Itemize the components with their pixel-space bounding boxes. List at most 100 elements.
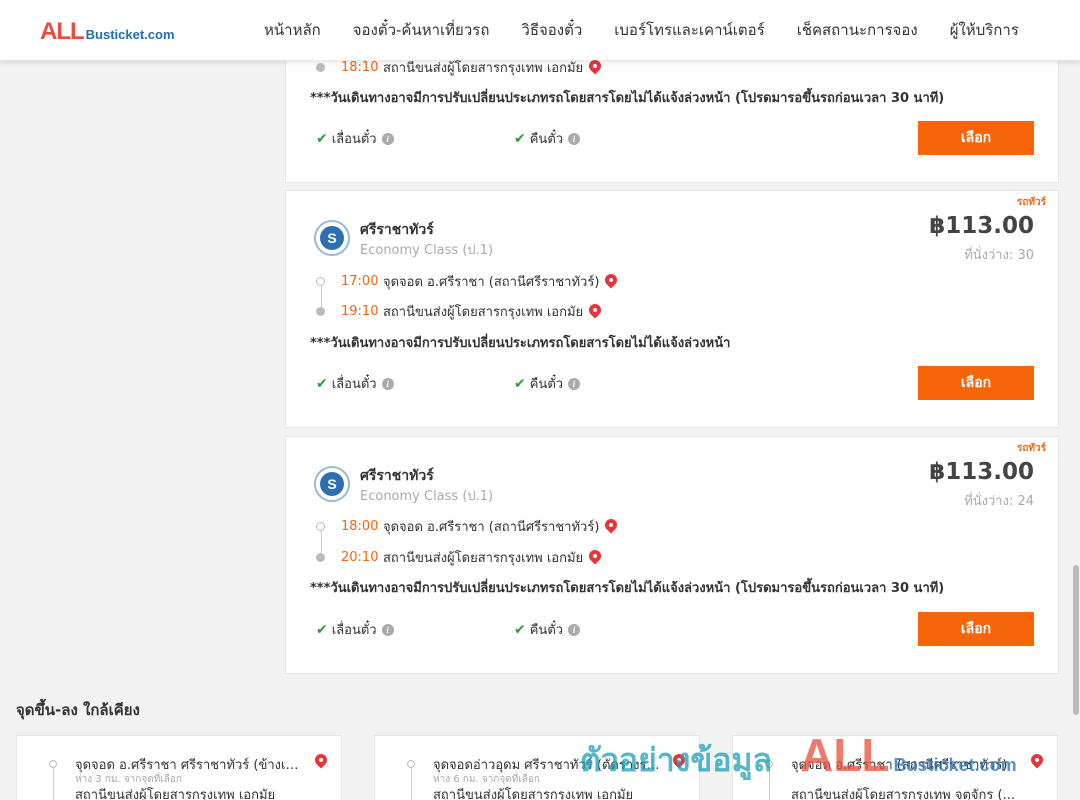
change-ticket-label: เลื่อนตั๋ว xyxy=(331,132,377,147)
info-icon[interactable]: i xyxy=(381,623,394,636)
departure-place: จุดจอด อ.ศรีราชา (สถานีศรีราชาทัวร์) xyxy=(383,520,600,535)
route-line xyxy=(769,768,770,800)
change-ticket-option: ✔ เลื่อนตั๋ว i xyxy=(316,619,394,640)
nearby-stops-title: จุดขึ้น-ลง ใกล้เคียง xyxy=(16,701,140,719)
trip-note: ***วันเดินทางอาจมีการปรับเปลี่ยนประเภทรถ… xyxy=(310,91,945,106)
info-icon[interactable]: i xyxy=(568,623,581,636)
bus-class: Economy Class (ป.1) xyxy=(360,243,494,258)
map-pin-icon[interactable] xyxy=(605,519,617,535)
ticket-price: ฿113.00 xyxy=(929,459,1034,485)
nav-operators[interactable]: ผู้ให้บริการ xyxy=(950,18,1019,42)
nearby-destination-name: สถานีขนส่งผู้โดยสารกรุงเทพ จตุจักร (... xyxy=(791,788,1015,800)
trip-note: ***วันเดินทางอาจมีการปรับเปลี่ยนประเภทรถ… xyxy=(310,336,731,351)
operator-name: ศรีราชาทัวร์ xyxy=(360,222,434,238)
operator-logo: S xyxy=(314,220,350,256)
arrival-time: 19:10 xyxy=(341,304,379,319)
nav-home[interactable]: หน้าหลัก xyxy=(264,18,321,42)
nearby-stop-name: จุดจอด อ.ศรีราชา (สถานีศรีราชาทัวร์) xyxy=(791,758,1008,773)
info-icon[interactable]: i xyxy=(381,377,394,390)
bus-type-tag: รถทัวร์ xyxy=(1016,443,1046,454)
check-icon: ✔ xyxy=(316,621,328,638)
nearby-stop-card[interactable]: จุดจอด อ.ศรีราชา (สถานีศรีราชาทัวร์) สถา… xyxy=(732,735,1058,800)
refund-ticket-label: คืนตั๋ว xyxy=(529,132,564,147)
info-icon[interactable]: i xyxy=(381,132,394,145)
scrollbar-thumb[interactable] xyxy=(1073,565,1079,715)
map-pin-icon[interactable] xyxy=(589,60,601,76)
trip-card: 18:10 สถานีขนส่งผู้โดยสารกรุงเทพ เอกมัย … xyxy=(285,40,1059,183)
refund-ticket-option: ✔ คืนตั๋ว i xyxy=(514,128,581,149)
refund-ticket-option: ✔ คืนตั๋ว i xyxy=(514,373,581,394)
logo-all: ALL xyxy=(40,18,85,45)
operator-name: ศรีราชาทัวร์ xyxy=(360,468,434,484)
refund-ticket-label: คืนตั๋ว xyxy=(529,377,564,392)
departure-stop: 18:00 จุดจอด อ.ศรีราชา (สถานีศรีราชาทัวร… xyxy=(316,516,617,537)
departure-place: จุดจอด อ.ศรีราชา (สถานีศรีราชาทัวร์) xyxy=(383,275,600,290)
stop-dot xyxy=(407,760,415,768)
logo-site: Busticket.com xyxy=(85,27,175,42)
arrival-stop: 20:10 สถานีขนส่งผู้โดยสารกรุงเทพ เอกมัย xyxy=(316,547,601,568)
info-icon[interactable]: i xyxy=(568,377,581,390)
refund-ticket-option: ✔ คืนตั๋ว i xyxy=(514,619,581,640)
nav-check-booking[interactable]: เช็คสถานะการจอง xyxy=(797,18,918,42)
departure-time: 17:00 xyxy=(341,274,379,289)
top-header: ALL Busticket.com หน้าหลัก จองตั๋ว-ค้นหา… xyxy=(0,0,1080,60)
change-ticket-label: เลื่อนตั๋ว xyxy=(331,377,377,392)
check-icon: ✔ xyxy=(514,130,526,147)
departure-time: 18:00 xyxy=(341,519,379,534)
stop-dot xyxy=(49,760,57,768)
seats-available: ที่นั่งว่าง: 30 xyxy=(964,248,1034,263)
page-scrollbar[interactable] xyxy=(1072,60,1080,800)
arrival-place: สถานีขนส่งผู้โดยสารกรุงเทพ เอกมัย xyxy=(383,61,584,76)
nearby-stop-card[interactable]: จุดจอดอ่าวอุดม ศรีราชาทัวร์ (ตัดรางรถไฟ.… xyxy=(374,735,700,800)
refund-ticket-label: คืนตั๋ว xyxy=(529,623,564,638)
trip-card: รถทัวร์ S ศรีราชาทัวร์ Economy Class (ป.… xyxy=(285,190,1059,428)
main-nav: หน้าหลัก จองตั๋ว-ค้นหาเที่ยวรถ วิธีจองตั… xyxy=(248,0,1035,60)
stop-dot xyxy=(316,63,325,72)
route-line xyxy=(53,768,54,800)
map-pin-icon[interactable] xyxy=(605,274,617,290)
check-icon: ✔ xyxy=(316,130,328,147)
check-icon: ✔ xyxy=(514,621,526,638)
arrival-place: สถานีขนส่งผู้โดยสารกรุงเทพ เอกมัย xyxy=(383,305,584,320)
check-icon: ✔ xyxy=(316,375,328,392)
arrival-time: 20:10 xyxy=(341,550,379,565)
nearby-stop-card[interactable]: จุดจอด อ.ศรีราชา ศรีราชาทัวร์ (ข้างเซ็..… xyxy=(16,735,342,800)
operator-logo: S xyxy=(314,466,350,502)
select-trip-button[interactable]: เลือก xyxy=(918,121,1034,155)
ticket-price: ฿113.00 xyxy=(929,213,1034,239)
departure-stop: 17:00 จุดจอด อ.ศรีราชา (สถานีศรีราชาทัวร… xyxy=(316,271,617,292)
bus-type-tag: รถทัวร์ xyxy=(1016,197,1046,208)
nearby-destination-name: สถานีขนส่งผู้โดยสารกรุงเทพ เอกมัย xyxy=(433,788,634,800)
trip-note: ***วันเดินทางอาจมีการปรับเปลี่ยนประเภทรถ… xyxy=(310,581,945,596)
map-pin-icon[interactable] xyxy=(1031,754,1043,770)
map-pin-icon[interactable] xyxy=(589,304,601,320)
change-ticket-option: ✔ เลื่อนตั๋ว i xyxy=(316,128,394,149)
stop-dot xyxy=(765,760,773,768)
arrival-stop: 18:10 สถานีขนส่งผู้โดยสารกรุงเทพ เอกมัย xyxy=(316,57,601,78)
nearby-destination-name: สถานีขนส่งผู้โดยสารกรุงเทพ เอกมัย xyxy=(75,788,276,800)
bus-class: Economy Class (ป.1) xyxy=(360,489,494,504)
info-icon[interactable]: i xyxy=(568,132,581,145)
stop-dot xyxy=(316,307,325,316)
site-logo[interactable]: ALL Busticket.com xyxy=(40,18,175,46)
nav-contact-counter[interactable]: เบอร์โทรและเคาน์เตอร์ xyxy=(614,18,764,42)
trip-card: รถทัวร์ S ศรีราชาทัวร์ Economy Class (ป.… xyxy=(285,436,1059,674)
check-icon: ✔ xyxy=(514,375,526,392)
map-pin-icon[interactable] xyxy=(315,754,327,770)
stop-dot xyxy=(316,522,325,531)
route-line xyxy=(411,768,412,800)
stop-dot xyxy=(316,553,325,562)
change-ticket-option: ✔ เลื่อนตั๋ว i xyxy=(316,373,394,394)
select-trip-button[interactable]: เลือก xyxy=(918,366,1034,400)
seats-available: ที่นั่งว่าง: 24 xyxy=(964,494,1034,509)
arrival-place: สถานีขนส่งผู้โดยสารกรุงเทพ เอกมัย xyxy=(383,551,584,566)
arrival-stop: 19:10 สถานีขนส่งผู้โดยสารกรุงเทพ เอกมัย xyxy=(316,301,601,322)
stop-dot xyxy=(316,277,325,286)
map-pin-icon[interactable] xyxy=(589,550,601,566)
change-ticket-label: เลื่อนตั๋ว xyxy=(331,623,377,638)
nav-how-to-book[interactable]: วิธีจองตั๋ว xyxy=(521,18,582,42)
arrival-time: 18:10 xyxy=(341,60,379,75)
map-pin-icon[interactable] xyxy=(673,754,685,770)
nav-book-search[interactable]: จองตั๋ว-ค้นหาเที่ยวรถ xyxy=(353,18,490,42)
select-trip-button[interactable]: เลือก xyxy=(918,612,1034,646)
